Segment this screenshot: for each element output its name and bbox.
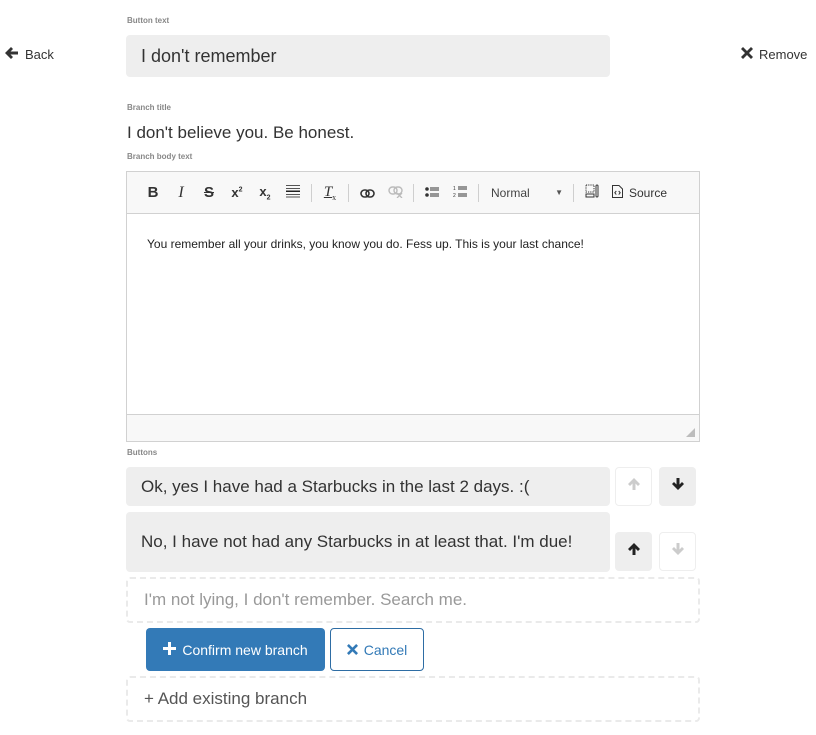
editor-body-text: You remember all your drinks, you know y…: [147, 237, 584, 251]
toolbar-separator: [573, 183, 574, 202]
branch-body-label: Branch body text: [127, 152, 193, 161]
arrow-down-icon: [671, 542, 685, 561]
branch-button-item[interactable]: Ok, yes I have had a Starbucks in the la…: [126, 467, 610, 506]
source-button[interactable]: Source: [606, 184, 673, 201]
source-code-icon: [612, 184, 623, 201]
buttons-label: Buttons: [127, 448, 158, 457]
subscript-icon: x2: [259, 183, 271, 202]
superscript-icon: x2: [231, 185, 243, 200]
italic-icon: I: [178, 183, 184, 201]
caret-down-icon: ▼: [555, 188, 563, 197]
editor-content[interactable]: You remember all your drinks, you know y…: [127, 214, 699, 414]
arrow-up-icon: [627, 477, 641, 496]
confirm-label: Confirm new branch: [182, 641, 308, 658]
arrow-up-icon: [627, 542, 641, 561]
close-icon: [741, 47, 753, 62]
toolbar-separator: [413, 183, 414, 202]
strikethrough-icon: S: [203, 184, 214, 201]
format-select-value: Normal: [491, 185, 530, 200]
unlink-icon: [387, 185, 403, 201]
move-up-button[interactable]: [615, 532, 652, 571]
rich-text-editor: B I S x2 x2 Tx 1 2 Normal ▼ Source You r…: [126, 171, 700, 442]
toolbar-separator: [311, 183, 312, 202]
back-label: Back: [25, 47, 54, 62]
numbered-list-icon: 12: [453, 185, 467, 201]
remove-link[interactable]: Remove: [741, 47, 807, 62]
format-select[interactable]: Normal ▼: [483, 180, 569, 206]
unlink-button[interactable]: [381, 180, 409, 206]
confirm-new-branch-button[interactable]: Confirm new branch: [146, 628, 325, 671]
branch-button-item[interactable]: No, I have not had any Starbucks in at l…: [126, 512, 610, 572]
back-link[interactable]: Back: [4, 46, 54, 63]
branch-title-label: Branch title: [127, 103, 172, 112]
subscript-button[interactable]: x2: [251, 180, 279, 206]
toolbar-separator: [348, 183, 349, 202]
resize-handle[interactable]: [686, 428, 695, 437]
toolbar-separator: [478, 183, 479, 202]
cancel-label: Cancel: [363, 641, 408, 658]
link-icon: [359, 185, 375, 201]
close-icon: [346, 642, 358, 658]
move-down-button[interactable]: [659, 532, 696, 571]
plus-icon: [163, 641, 177, 658]
add-existing-branch-button[interactable]: + Add existing branch: [126, 676, 700, 722]
show-blocks-icon: [585, 184, 599, 201]
add-existing-label: + Add existing branch: [144, 689, 308, 708]
new-branch-box: [126, 577, 700, 623]
button-text-input[interactable]: [126, 35, 610, 77]
svg-text:1: 1: [453, 186, 456, 192]
bold-icon: B: [147, 184, 159, 201]
branch-button-text: Ok, yes I have had a Starbucks in the la…: [141, 476, 530, 496]
arrow-left-icon: [4, 46, 19, 63]
horizontal-rule-icon: [286, 184, 300, 201]
remove-format-icon: Tx: [323, 183, 337, 202]
numbered-list-button[interactable]: 12: [446, 180, 474, 206]
horizontal-rule-button[interactable]: [279, 180, 307, 206]
svg-text:2: 2: [453, 193, 456, 198]
button-text-label: Button text: [127, 16, 170, 25]
link-button[interactable]: [353, 180, 381, 206]
bulleted-list-icon: [425, 185, 439, 201]
new-branch-input[interactable]: [144, 590, 682, 610]
italic-button[interactable]: I: [167, 180, 195, 206]
show-blocks-button[interactable]: [578, 180, 606, 206]
move-up-button[interactable]: [615, 467, 652, 506]
editor-toolbar: B I S x2 x2 Tx 1 2 Normal ▼ Source: [127, 172, 699, 214]
remove-label: Remove: [759, 47, 808, 62]
cancel-button[interactable]: Cancel: [330, 628, 424, 671]
strikethrough-button[interactable]: S: [195, 180, 223, 206]
bulleted-list-button[interactable]: [418, 180, 446, 206]
superscript-button[interactable]: x2: [223, 180, 251, 206]
editor-footer: [127, 414, 699, 441]
remove-format-button[interactable]: Tx: [316, 180, 344, 206]
source-label: Source: [629, 185, 668, 200]
arrow-down-icon: [671, 477, 685, 496]
move-down-button[interactable]: [659, 467, 696, 506]
branch-button-text: No, I have not had any Starbucks in at l…: [141, 532, 573, 551]
branch-title[interactable]: I don't believe you. Be honest.: [127, 123, 354, 143]
bold-button[interactable]: B: [139, 180, 167, 206]
